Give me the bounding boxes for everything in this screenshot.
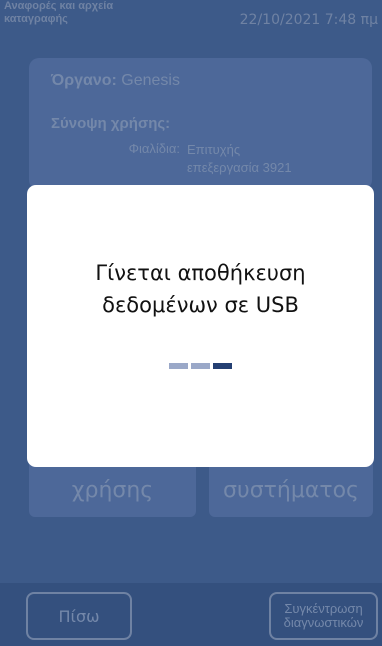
collect-diagnostics-button[interactable]: Συγκέντρωση διαγνωστικών [269, 592, 378, 640]
saving-message-line2: δεδομένων σε USB [102, 293, 299, 317]
progress-dash [169, 363, 188, 369]
back-button[interactable]: Πίσω [26, 592, 132, 640]
progress-dash [191, 363, 210, 369]
vial-value-line2: επεξεργασία 3921 [187, 160, 292, 175]
vial-value: Επιτυχής επεξεργασία 3921 [187, 141, 292, 177]
instrument-row: Όργανο: Genesis [51, 72, 180, 90]
back-label: Πίσω [58, 606, 100, 626]
vial-label: Φιαλίδια: [128, 141, 180, 156]
summary-heading: Σύνοψη χρήσης: [51, 115, 171, 132]
reports-screen: Αναφορές και αρχεία καταγραφής 22/10/202… [0, 0, 382, 646]
diag-label-line2: διαγνωστικών [283, 615, 364, 630]
usage-report-label: χρήσης [71, 478, 154, 503]
progress-dash [213, 363, 232, 369]
datetime-display: 22/10/2021 7:48 πμ [239, 12, 378, 28]
saving-dialog: Γίνεται αποθήκευση δεδομένων σε USB [27, 185, 374, 467]
usage-summary-card: Όργανο: Genesis Σύνοψη χρήσης: Φιαλίδια:… [29, 58, 372, 190]
instrument-value: Genesis [121, 72, 180, 89]
vial-value-line1: Επιτυχής [187, 142, 241, 157]
saving-message-line1: Γίνεται αποθήκευση [95, 261, 306, 285]
saving-message: Γίνεται αποθήκευση δεδομένων σε USB [27, 257, 374, 321]
screen-title: Αναφορές και αρχεία καταγραφής [4, 0, 114, 25]
diag-label-line1: Συγκέντρωση [284, 601, 363, 616]
instrument-label: Όργανο: [51, 72, 117, 89]
system-report-label: συστήματος [223, 478, 359, 503]
